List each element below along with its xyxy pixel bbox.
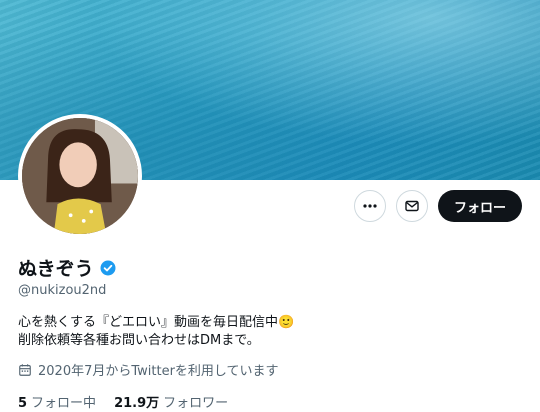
follow-button-label: フォロー <box>453 200 506 216</box>
verified-badge-icon[interactable] <box>100 260 116 276</box>
calendar-icon <box>19 363 31 376</box>
profile-handle: @nukizou2nd <box>18 283 107 298</box>
followers-label: フォロワー <box>163 396 229 411</box>
mail-icon <box>405 200 419 212</box>
more-horizontal-icon <box>363 204 377 208</box>
avatar[interactable] <box>18 114 142 238</box>
bio-line-2: 削除依頼等各種お問い合わせはDMまで。 <box>18 333 260 348</box>
following-count: 5 <box>18 396 28 411</box>
following-label: フォロー中 <box>31 396 97 411</box>
follow-button[interactable]: フォロー <box>437 190 522 222</box>
more-button[interactable] <box>353 190 386 222</box>
joined-date-row: 2020年7月からTwitterを利用しています <box>18 360 279 379</box>
followers-count: 21.9万 <box>114 396 160 411</box>
profile-actions: フォロー <box>353 190 522 222</box>
smile-emoji-icon: 🙂 <box>278 315 295 330</box>
profile-name-row: ぬきぞう <box>18 254 116 281</box>
following-link[interactable]: 5 フォロー中 <box>18 392 96 411</box>
joined-date: 2020年7月からTwitterを利用しています <box>38 364 279 379</box>
display-name: ぬきぞう <box>18 258 94 280</box>
followers-link[interactable]: 21.9万 フォロワー <box>114 392 228 411</box>
bio-line-1: 心を熱くする『どエロい』動画を毎日配信中 <box>18 315 279 330</box>
avatar-image <box>22 118 138 234</box>
follow-stats: 5 フォロー中 21.9万 フォロワー <box>18 392 228 411</box>
message-button[interactable] <box>395 190 428 222</box>
profile-bio: 心を熱くする『どエロい』動画を毎日配信中🙂 削除依頼等各種お問い合わせはDMまで… <box>18 314 294 350</box>
